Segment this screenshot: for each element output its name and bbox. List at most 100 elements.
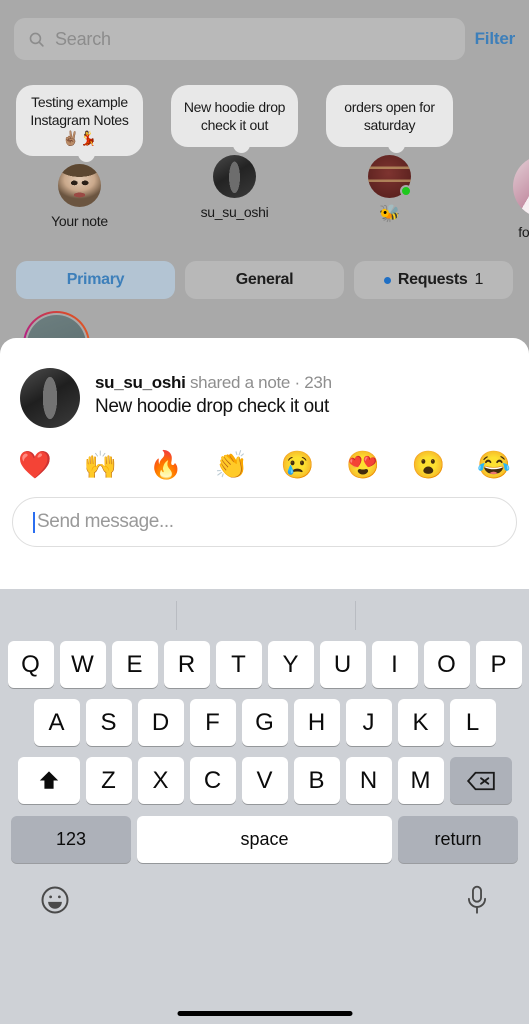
key-i[interactable]: I [371, 641, 418, 688]
backspace-key[interactable] [449, 757, 512, 804]
key-f[interactable]: F [189, 699, 236, 746]
key-t[interactable]: T [215, 641, 262, 688]
note-tray-item[interactable]: food_am [481, 85, 529, 240]
key-u[interactable]: U [319, 641, 366, 688]
search-icon [29, 32, 44, 47]
key-b[interactable]: B [293, 757, 340, 804]
keyboard-row-1: Q W E R T Y U I O P [0, 641, 529, 688]
notes-tray: Testing example Instagram Notes ✌🏽💃 Your… [0, 85, 529, 240]
key-y[interactable]: Y [267, 641, 314, 688]
tab-general[interactable]: General [185, 261, 344, 299]
note-header: su_su_oshi shared a note · 23h New hoodi… [0, 338, 529, 428]
keyboard-row-3: Z X C V B N M [0, 757, 529, 804]
reaction-fire[interactable]: 🔥 [149, 452, 183, 479]
avatar[interactable] [20, 368, 80, 428]
key-r[interactable]: R [163, 641, 210, 688]
online-status-dot [400, 185, 412, 197]
text-caret [33, 511, 35, 533]
key-s[interactable]: S [85, 699, 132, 746]
note-bubble[interactable]: New hoodie drop check it out [171, 85, 298, 147]
avatar[interactable] [58, 163, 101, 207]
return-key[interactable]: return [398, 816, 518, 863]
avatar-wrap [58, 163, 101, 207]
key-h[interactable]: H [293, 699, 340, 746]
reaction-cry[interactable]: 😢 [281, 452, 315, 479]
key-v[interactable]: V [241, 757, 288, 804]
search-row: Search Filter [0, 18, 529, 60]
note-reply-sheet: su_su_oshi shared a note · 23h New hoodi… [0, 338, 529, 589]
shift-arrow-icon [39, 771, 58, 789]
key-e[interactable]: E [111, 641, 158, 688]
note-bubble-text: Testing example Instagram Notes ✌🏽💃 [30, 94, 129, 146]
predictive-text-bar [0, 589, 529, 641]
key-c[interactable]: C [189, 757, 236, 804]
predictive-divider [176, 601, 177, 630]
note-username: su_su_oshi [200, 204, 269, 220]
key-p[interactable]: P [475, 641, 522, 688]
inbox-tabs: Primary General Requests 1 [0, 261, 529, 299]
reaction-heart[interactable]: ❤️ [18, 452, 52, 479]
avatar-wrap [513, 155, 529, 218]
message-input[interactable]: Send message... [12, 497, 517, 547]
key-n[interactable]: N [345, 757, 392, 804]
key-l[interactable]: L [449, 699, 496, 746]
avatar[interactable] [213, 155, 256, 198]
space-key[interactable]: space [137, 816, 392, 863]
note-bubble-text: New hoodie drop check it out [183, 98, 286, 133]
tab-count: 1 [474, 271, 484, 288]
predictive-divider [355, 601, 356, 630]
note-header-text: su_su_oshi shared a note · 23h New hoodi… [95, 368, 332, 420]
note-tray-item[interactable]: orders open for saturday 🐝 [326, 85, 453, 224]
tab-primary[interactable]: Primary [16, 261, 175, 299]
note-username: food_am [518, 224, 529, 240]
key-k[interactable]: K [397, 699, 444, 746]
key-d[interactable]: D [137, 699, 184, 746]
key-g[interactable]: G [241, 699, 288, 746]
key-w[interactable]: W [59, 641, 106, 688]
home-indicator [177, 1011, 352, 1016]
note-meta: su_su_oshi shared a note · 23h [95, 372, 332, 393]
key-x[interactable]: X [137, 757, 184, 804]
onscreen-keyboard: Q W E R T Y U I O P A S D F G H J K L Z … [0, 589, 529, 1024]
note-bubble[interactable]: orders open for saturday [326, 85, 453, 147]
note-tray-item[interactable]: New hoodie drop check it out su_su_oshi [171, 85, 298, 220]
note-bubble-text: orders open for saturday [344, 98, 435, 133]
reaction-joy[interactable]: 😂 [477, 452, 511, 479]
key-o[interactable]: O [423, 641, 470, 688]
key-j[interactable]: J [345, 699, 392, 746]
reaction-raised-hands[interactable]: 🙌 [84, 452, 118, 479]
tab-requests[interactable]: Requests 1 [354, 261, 513, 299]
note-body-text: New hoodie drop check it out [95, 396, 329, 418]
avatar-wrap [213, 155, 256, 198]
search-placeholder: Search [55, 28, 111, 49]
reaction-heart-eyes[interactable]: 😍 [346, 452, 380, 479]
microphone-icon[interactable] [465, 885, 489, 915]
note-username: Your note [51, 212, 108, 229]
search-input[interactable]: Search [14, 18, 465, 60]
note-username: 🐝 [379, 204, 400, 223]
reaction-clap[interactable]: 👏 [215, 452, 249, 479]
tab-label: Requests [397, 271, 468, 288]
note-bubble[interactable]: Testing example Instagram Notes ✌🏽💃 [16, 85, 143, 156]
tab-label: General [235, 271, 294, 288]
numbers-key[interactable]: 123 [11, 816, 131, 863]
keyboard-bottom-row [0, 863, 529, 915]
emoji-icon[interactable] [40, 885, 70, 915]
note-meta-text: shared a note · 23h [189, 373, 332, 392]
filter-button[interactable]: Filter [475, 29, 516, 49]
tab-label: Primary [66, 271, 125, 288]
note-tray-item[interactable]: Testing example Instagram Notes ✌🏽💃 Your… [16, 85, 143, 229]
avatar-wrap [368, 155, 412, 198]
key-a[interactable]: A [33, 699, 80, 746]
unread-dot [383, 276, 391, 284]
reaction-surprised[interactable]: 😮 [412, 452, 446, 479]
shift-key[interactable] [17, 757, 80, 804]
key-q[interactable]: Q [7, 641, 54, 688]
avatar[interactable] [513, 155, 529, 218]
keyboard-row-2: A S D F G H J K L [0, 699, 529, 746]
quick-reaction-row: ❤️ 🙌 🔥 👏 😢 😍 😮 😂 [0, 428, 529, 479]
key-m[interactable]: M [397, 757, 444, 804]
note-username[interactable]: su_su_oshi [95, 373, 186, 392]
keyboard-row-4: 123 space return [0, 816, 529, 863]
key-z[interactable]: Z [85, 757, 132, 804]
